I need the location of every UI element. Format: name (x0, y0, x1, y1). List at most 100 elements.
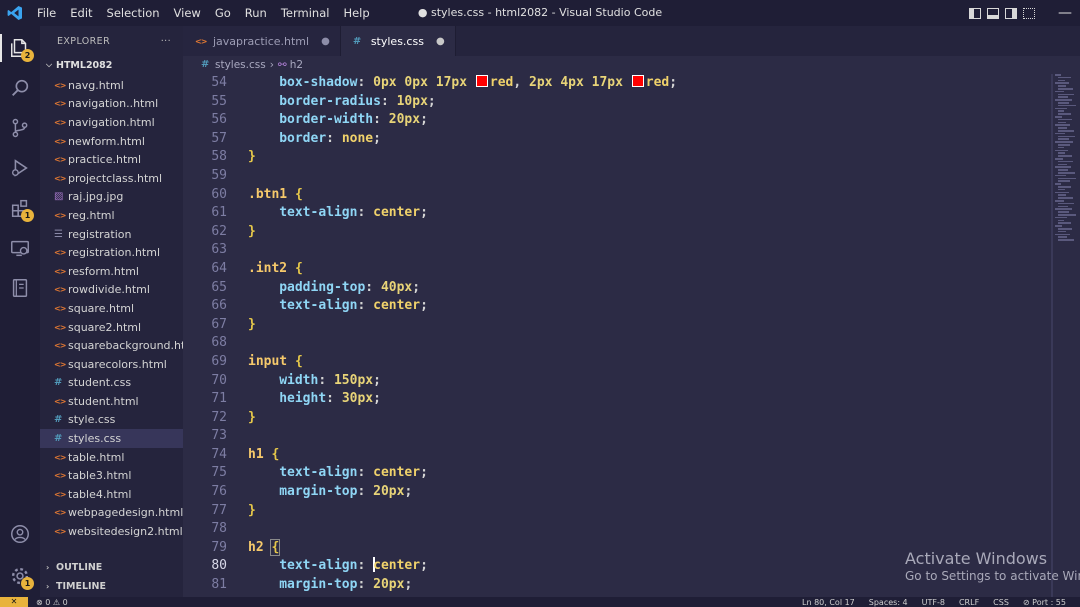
unsaved-dot-icon[interactable]: ● (321, 36, 330, 47)
file-item[interactable]: <> webpagedesign.html (40, 504, 183, 523)
code-token: { (270, 538, 281, 556)
file-name: navigation.html (68, 115, 155, 129)
code-token: : (357, 298, 374, 314)
breadcrumb-symbol[interactable]: h2 (290, 59, 303, 71)
cursor-position[interactable]: Ln 80, Col 17 (802, 598, 855, 607)
run-debug-button[interactable] (0, 150, 40, 186)
code-text: height: 30px; (248, 390, 381, 409)
breadcrumb-file[interactable]: styles.css (215, 59, 266, 71)
customize-layout-icon[interactable] (1023, 7, 1035, 19)
menu-selection[interactable]: Selection (100, 6, 167, 20)
file-item[interactable]: <> projectclass.html (40, 169, 183, 188)
color-swatch[interactable] (475, 75, 488, 87)
code-text: margin-top: 20px; (248, 576, 412, 595)
line-number: 81 (211, 577, 227, 593)
file-item[interactable]: <> table3.html (40, 466, 183, 485)
file-item[interactable]: # student.css (40, 374, 183, 393)
timeline-section[interactable]: › TIMELINE (40, 577, 183, 595)
menu-terminal[interactable]: Terminal (274, 6, 337, 20)
code-line: 78 (183, 520, 1051, 539)
code-token: padding-top (279, 279, 366, 295)
source-control-button[interactable] (0, 110, 40, 146)
tab-styles-css[interactable]: # styles.css ● (340, 26, 456, 56)
search-icon (12, 79, 29, 96)
code-text: border-width: 20px; (248, 111, 428, 130)
toggle-panel-icon[interactable] (987, 7, 999, 19)
file-item[interactable]: <> practice.html (40, 150, 183, 169)
minimap[interactable] (1051, 74, 1080, 254)
code-token: border-width (279, 112, 374, 128)
language-mode[interactable]: CSS (993, 598, 1009, 607)
explorer-button[interactable]: 2 (0, 30, 40, 66)
accounts-button[interactable] (0, 516, 40, 552)
file-item[interactable]: <> squarecolors.html (40, 355, 183, 374)
file-item[interactable]: <> registration.html (40, 243, 183, 262)
indentation[interactable]: Spaces: 4 (869, 598, 908, 607)
file-item[interactable]: <> newform.html (40, 132, 183, 151)
file-item[interactable]: ☰ registration (40, 225, 183, 244)
toggle-primary-sidebar-icon[interactable] (969, 7, 981, 19)
file-item[interactable]: <> square2.html (40, 318, 183, 337)
html-file-icon: <> (54, 471, 66, 481)
outline-section[interactable]: › OUTLINE (40, 558, 183, 576)
code-text: } (248, 316, 256, 335)
file-item[interactable]: <> reg.html (40, 206, 183, 225)
explorer-badge: 2 (21, 49, 34, 62)
file-item[interactable]: # style.css (40, 411, 183, 430)
file-item[interactable]: <> table4.html (40, 485, 183, 504)
menu-edit[interactable]: Edit (63, 6, 99, 20)
remote-indicator-icon[interactable]: ✕ (0, 597, 28, 607)
menu-view[interactable]: View (167, 6, 208, 20)
code-line: 56 border-width: 20px; (183, 111, 1051, 130)
file-item[interactable]: # styles.css (40, 429, 183, 448)
notebook-button[interactable] (0, 270, 40, 306)
menu-file[interactable]: File (30, 6, 63, 20)
menu-go[interactable]: Go (208, 6, 238, 20)
remote-explorer-button[interactable] (0, 230, 40, 266)
manage-button[interactable]: 1 (0, 558, 40, 594)
code-token: { (294, 353, 303, 369)
minimap-line (1058, 152, 1065, 154)
code-editor[interactable]: 54 box-shadow: 0px 0px 17px red, 2px 4px … (183, 74, 1051, 597)
file-item[interactable]: <> navg.html (40, 76, 183, 95)
problems-indicator[interactable]: ⊗ 0 ⚠ 0 (36, 598, 68, 607)
minimap-line (1058, 163, 1067, 166)
extensions-badge: 1 (21, 209, 34, 222)
file-item[interactable]: <> table.html (40, 448, 183, 467)
search-button[interactable] (0, 70, 40, 106)
code-token: 20px (373, 484, 405, 500)
code-token: none (341, 130, 374, 146)
minimap-line (1055, 191, 1069, 194)
file-name: registration.html (68, 246, 161, 260)
folder-header[interactable]: ⌵ HTML2082 (40, 56, 183, 74)
extensions-button[interactable]: 1 (0, 190, 40, 226)
code-token: border (279, 130, 327, 146)
line-number: 57 (211, 130, 227, 146)
color-swatch[interactable] (631, 75, 644, 87)
file-item[interactable]: <>squarebackground.ht... (40, 336, 183, 355)
line-number: 56 (211, 112, 227, 128)
unsaved-dot-icon[interactable]: ● (436, 36, 445, 47)
file-item[interactable]: <> square.html (40, 299, 183, 318)
file-item[interactable]: <> navigation..html (40, 95, 183, 114)
toggle-secondary-sidebar-icon[interactable] (1005, 7, 1017, 19)
minimap-line (1058, 214, 1076, 216)
line-endings[interactable]: CRLF (959, 598, 979, 607)
minimize-button[interactable]: — (1050, 5, 1080, 21)
symbol-icon: ⚯ (277, 58, 287, 71)
more-actions-icon[interactable]: ··· (161, 36, 171, 47)
css-file-icon: # (54, 377, 63, 389)
file-item[interactable]: <> student.html (40, 392, 183, 411)
code-token: 20px (388, 112, 421, 128)
file-item[interactable]: <> websitedesign2.html (40, 522, 183, 541)
file-item[interactable]: <> resform.html (40, 262, 183, 281)
encoding[interactable]: UTF-8 (922, 598, 945, 607)
file-item[interactable]: <> navigation.html (40, 113, 183, 132)
tab-javapractice-html[interactable]: <> javapractice.html ● (183, 26, 341, 56)
menu-help[interactable]: Help (336, 6, 376, 20)
minimap-line (1055, 141, 1073, 143)
file-item[interactable]: <> rowdivide.html (40, 281, 183, 300)
live-server-port[interactable]: ⊘ Port : 55 (1023, 598, 1066, 607)
file-item[interactable]: ▨ raj.jpg.jpg (40, 188, 183, 207)
menu-run[interactable]: Run (238, 6, 274, 20)
